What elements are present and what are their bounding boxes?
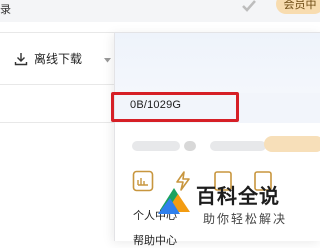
check-icon [242,0,256,12]
offline-download-button[interactable]: 离线下载 [14,50,82,67]
window-title: 录 [0,4,11,16]
logo-icon [158,188,190,214]
membership-badge[interactable] [264,136,320,152]
vip-center-button[interactable]: 会员中 [276,0,320,14]
vip-label: 会员中 [283,0,317,11]
card-icon[interactable] [132,170,154,192]
title-bar [0,0,320,22]
chevron-down-icon[interactable] [104,58,111,63]
toolbar-divider [0,84,114,85]
watermark-subtitle: 助你轻松解决 [203,212,288,226]
download-icon [14,52,28,65]
list-divider [0,122,114,123]
blurred-id-fragment [184,141,196,151]
left-pane [0,0,120,240]
offline-download-label: 离线下载 [34,52,83,66]
watermark-title: 百科全说 [196,186,280,208]
account-header [115,33,320,93]
help-center-label[interactable]: 帮助中心 [133,232,177,248]
blurred-info [210,141,266,151]
blurred-username [132,141,180,151]
title-divider [0,32,114,33]
storage-usage-text: 0B/1029G [130,99,182,111]
